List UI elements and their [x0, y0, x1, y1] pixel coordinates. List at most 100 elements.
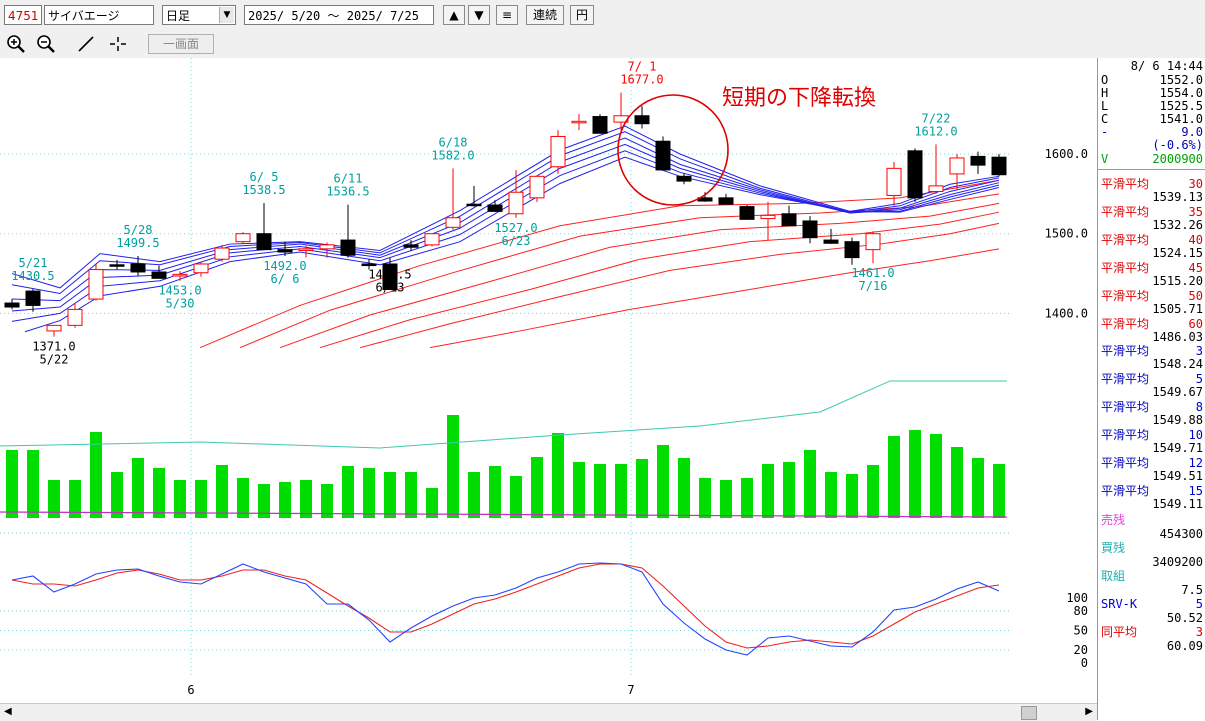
- ma-value-row-value: 1515.20: [1152, 274, 1203, 288]
- candle-body: [844, 241, 860, 259]
- srv-oscillator: [11, 562, 1000, 656]
- candle-body: [571, 120, 587, 124]
- srv-k-value-row-value: 50.52: [1166, 611, 1203, 625]
- volume-bar: [552, 433, 564, 518]
- crosshair-icon[interactable]: [106, 33, 130, 55]
- ma-row-label: 平滑平均: [1101, 456, 1150, 470]
- price-label-value: 1453.0: [158, 284, 201, 298]
- scroll-left-icon[interactable]: ◀: [4, 706, 12, 717]
- horizontal-scrollbar[interactable]: ◀ ▶: [0, 703, 1097, 721]
- candle-body: [550, 135, 566, 168]
- candle-body: [130, 263, 146, 273]
- zoom-out-icon[interactable]: [34, 33, 58, 55]
- volume-bar: [132, 458, 144, 518]
- ma-row-label: 平滑平均: [1101, 372, 1150, 386]
- volume-bar: [720, 480, 732, 518]
- long-ma-line: [319, 211, 1000, 349]
- date-range-field[interactable]: 2025/ 5/20 ～ 2025/ 7/25: [244, 5, 434, 25]
- ma-value-row-value: 1486.03: [1152, 330, 1203, 344]
- margin-sell-row-label: 売残: [1101, 513, 1126, 527]
- ma-row-label: 平滑平均: [1101, 400, 1150, 414]
- candle-body: [340, 239, 356, 256]
- stoch-axis-label: 50: [1074, 624, 1088, 638]
- volume-bar: [363, 468, 375, 518]
- volume-bar: [930, 434, 942, 518]
- candle-body: [949, 157, 965, 175]
- candle-body: [655, 140, 671, 171]
- volume-bar: [615, 464, 627, 518]
- datetime: 8/ 6 14:44: [1130, 59, 1203, 73]
- ma-row-label: 平滑平均: [1101, 261, 1150, 275]
- ma-value-row-value: 1549.11: [1152, 497, 1203, 511]
- candle-body: [634, 115, 650, 125]
- ma-value-row-value: 1532.26: [1152, 218, 1203, 232]
- price-label-date: 6/ 5: [250, 170, 279, 184]
- volume-bar: [741, 478, 753, 518]
- linked-button[interactable]: 連続: [526, 5, 564, 25]
- volume-bar: [972, 458, 984, 518]
- price-label-value: 1430.5: [11, 269, 54, 283]
- price-label-date: 6/18: [439, 135, 468, 149]
- scroll-up-button[interactable]: ▲: [443, 5, 465, 25]
- price-label-date: 6/11: [334, 172, 363, 186]
- volume-bar: [678, 458, 690, 518]
- scroll-down-button[interactable]: ▼: [468, 5, 490, 25]
- ma-value-row-value: 1548.24: [1152, 357, 1203, 371]
- candle-body: [151, 271, 167, 279]
- ma-row-label: 平滑平均: [1101, 484, 1150, 498]
- margin-buy-row-label: 買残: [1101, 541, 1126, 555]
- candle-body: [739, 206, 755, 220]
- range-separator: ～: [327, 9, 340, 23]
- price-axis-label: 1400.0: [1045, 306, 1088, 320]
- change-row-label: -: [1101, 125, 1109, 139]
- change-pct-row-value: (-0.6%): [1152, 138, 1203, 152]
- volume-bar: [237, 478, 249, 518]
- price-chart[interactable]: 5/211430.5 1371.05/22 5/281499.5 1453.05/30…: [0, 58, 1097, 703]
- volume-bar: [300, 480, 312, 518]
- volume-bar: [279, 482, 291, 518]
- volume-bar: [636, 459, 648, 518]
- menu-button[interactable]: ≡: [496, 5, 518, 25]
- yen-button[interactable]: 円: [570, 5, 594, 25]
- candle-body: [865, 233, 881, 251]
- candle-body: [928, 185, 944, 192]
- volume-bar: [909, 430, 921, 518]
- ma-row-label: 平滑平均: [1101, 233, 1150, 247]
- candle-body: [46, 324, 62, 332]
- price-label-value: 1538.5: [242, 183, 285, 197]
- stock-name-field[interactable]: サイバエージ: [44, 5, 154, 25]
- srv-avg-row-label: 同平均: [1101, 625, 1138, 639]
- volume-bar: [111, 472, 123, 518]
- margin-buy-value-row-value: 3409200: [1152, 555, 1203, 569]
- candle-body: [802, 220, 818, 239]
- range-end: 2025/ 7/25: [346, 9, 419, 23]
- candle-body: [529, 175, 545, 199]
- scroll-thumb[interactable]: [1021, 706, 1037, 720]
- stoch-axis-label: 80: [1074, 604, 1088, 618]
- stock-code-field[interactable]: 4751: [4, 5, 42, 25]
- candle-body: [25, 290, 41, 306]
- price-label-value: 1371.0: [32, 340, 75, 354]
- volume-bar: [867, 465, 879, 518]
- volume-row-value: 2000900: [1152, 152, 1203, 166]
- ma-value-row-value: 1524.15: [1152, 246, 1203, 260]
- ma-value-row-value: 1549.88: [1152, 413, 1203, 427]
- stoch-axis-label: 100: [1066, 591, 1088, 605]
- chevron-down-icon: ▼: [219, 7, 234, 23]
- candle-body: [466, 203, 482, 207]
- trendline-icon[interactable]: [74, 33, 98, 55]
- volume-bar: [594, 464, 606, 518]
- volume-bar: [888, 436, 900, 518]
- price-label-date: 5/21: [19, 256, 48, 270]
- zoom-in-icon[interactable]: [4, 33, 28, 55]
- one-screen-button[interactable]: 一画面: [148, 34, 214, 54]
- volume-bar: [384, 472, 396, 518]
- scroll-right-icon[interactable]: ▶: [1085, 706, 1093, 717]
- candle-body: [298, 248, 314, 251]
- volume-bar: [846, 474, 858, 518]
- candle-body: [823, 239, 839, 244]
- price-label-date: 5/22: [40, 353, 69, 367]
- volume-bar: [447, 415, 459, 518]
- month-label: 6: [187, 683, 194, 697]
- period-select[interactable]: 日足 ▼: [162, 5, 236, 25]
